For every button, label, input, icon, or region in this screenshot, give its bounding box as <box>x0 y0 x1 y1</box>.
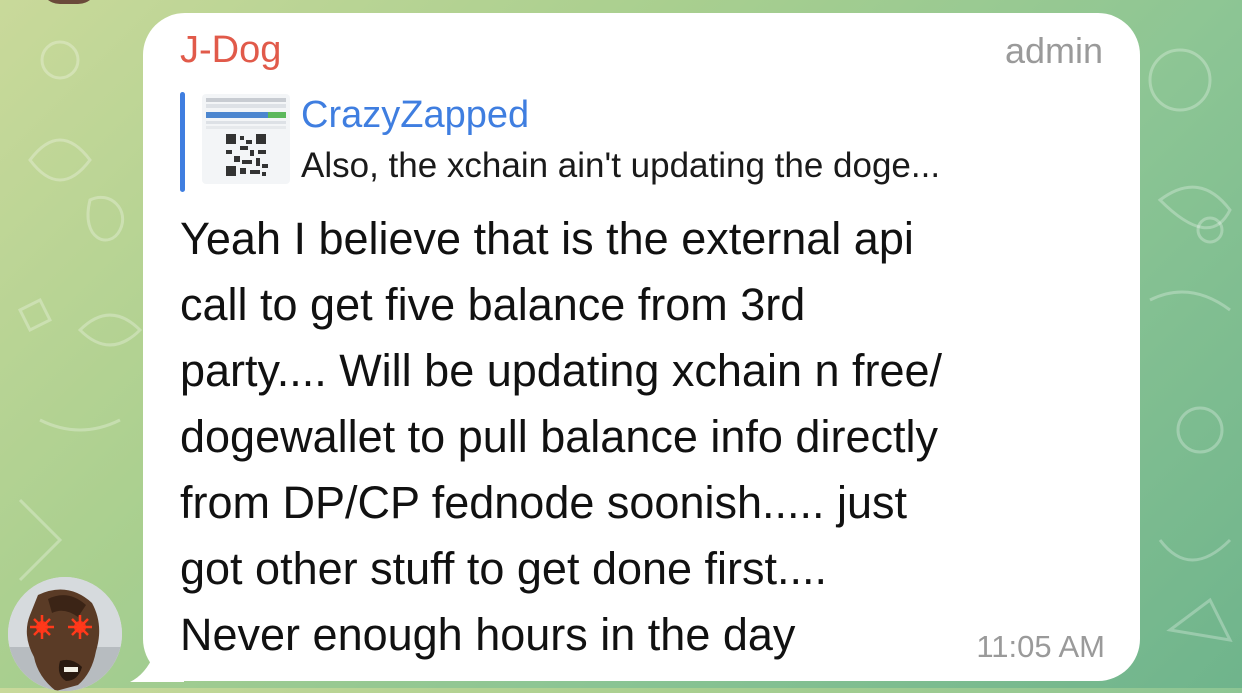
message-line: from DP/CP fednode soonish..... just <box>180 477 908 528</box>
reply-preview[interactable]: CrazyZapped Also, the xchain ain't updat… <box>180 92 1110 192</box>
reply-accent-bar <box>180 92 185 192</box>
reply-author: CrazyZapped <box>301 94 530 136</box>
message-line: Never enough hours in the day <box>180 609 796 660</box>
sender-name[interactable]: J-Dog <box>180 26 281 74</box>
sender-avatar[interactable] <box>8 577 122 691</box>
message-line: party.... Will be updating xchain n free… <box>180 345 943 396</box>
message-line: Yeah I believe that is the external api <box>180 213 914 264</box>
message-timestamp: 11:05 AM <box>976 629 1105 664</box>
admin-badge: admin <box>1004 30 1103 71</box>
message-line: got other stuff to get done first.... <box>180 543 828 594</box>
message-text: Yeah I believe that is the external api … <box>180 206 1080 668</box>
reply-snippet: Also, the xchain ain't updating the doge… <box>301 146 941 185</box>
message-line: call to get five balance from 3rd <box>180 279 806 330</box>
message-line: dogewallet to pull balance info directly <box>180 411 938 462</box>
reply-thumbnail-image <box>202 94 290 184</box>
